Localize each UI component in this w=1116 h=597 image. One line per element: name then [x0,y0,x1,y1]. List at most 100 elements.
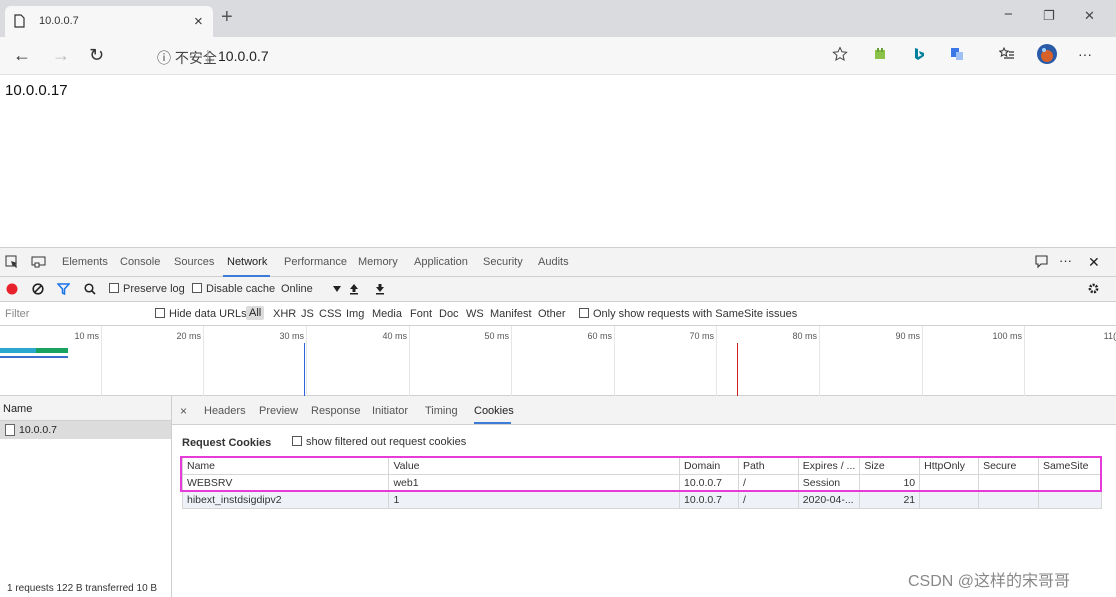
forward-button[interactable]: → [52,46,70,64]
browser-menu-button[interactable]: ··· [1078,45,1092,63]
timeline-gridline [922,326,923,396]
tab-network[interactable]: Network [227,256,267,268]
show-filtered-checkbox[interactable]: show filtered out request cookies [292,436,466,448]
type-filter-other[interactable]: Other [538,308,566,320]
tab-initiator[interactable]: Initiator [372,405,408,417]
tab-elements[interactable]: Elements [62,256,108,268]
new-tab-button[interactable]: + [221,7,233,27]
address-bar[interactable]: 10.0.0.7 [218,48,269,64]
detail-tab-bar: × Headers Preview Response Initiator Tim… [172,396,1116,425]
tab-memory[interactable]: Memory [358,256,398,268]
cookie-size: 21 [859,491,921,509]
timeline-gridline [716,326,717,396]
inspect-element-icon[interactable] [5,255,19,269]
detail-close-button[interactable]: × [180,404,187,418]
filter-input[interactable]: Filter [5,308,29,320]
tab-security[interactable]: Security [483,256,523,268]
translate-icon[interactable] [950,47,964,61]
type-filter-all[interactable]: All [246,306,265,320]
minimize-button[interactable]: − [1004,6,1013,23]
filter-bar: Filter Hide data URLs All XHR JS CSS Img… [0,302,1116,326]
chevron-down-icon[interactable] [333,286,341,292]
show-filtered-box[interactable] [292,436,302,446]
address-toolbar: ← → ↻ ⓘ 不安全 | 10.0.0.7 ··· [0,37,1116,75]
samesite-checkbox[interactable]: Only show requests with SameSite issues [579,308,797,320]
tab-performance[interactable]: Performance [284,256,347,268]
request-list-header[interactable]: Name [0,396,171,421]
tab-strip: 10.0.0.7 × + − ❐ ✕ [0,0,1116,37]
devtools-close-button[interactable]: ✕ [1088,254,1100,271]
timeline-tick-label: 70 ms [689,331,714,341]
tab-console[interactable]: Console [120,256,160,268]
filter-icon[interactable] [57,283,70,295]
samesite-box[interactable] [579,308,589,318]
settings-gear-icon[interactable] [1087,282,1100,295]
reload-button[interactable]: ↻ [89,46,104,64]
network-status-bar: 1 requests 122 B transferred 10 B [7,583,158,594]
tab-timing[interactable]: Timing [425,405,458,417]
bing-icon[interactable] [913,47,925,61]
window-close-button[interactable]: ✕ [1084,8,1095,24]
type-filter-manifest[interactable]: Manifest [490,308,532,320]
tab-close-button[interactable]: × [194,13,203,30]
timeline-tick-label: 90 ms [895,331,920,341]
type-filter-js[interactable]: JS [301,308,314,320]
type-filter-font[interactable]: Font [410,308,432,320]
restore-button[interactable]: ❐ [1043,8,1055,24]
extension-green-icon[interactable] [873,47,887,61]
browser-tab[interactable]: 10.0.0.7 × [5,6,213,37]
type-filter-css[interactable]: CSS [319,308,342,320]
avatar[interactable] [1036,43,1058,65]
device-toolbar-icon[interactable] [31,256,46,268]
tab-cookies[interactable]: Cookies [474,405,514,417]
name-column-header[interactable]: Name [3,403,32,415]
tab-application[interactable]: Application [414,256,468,268]
load-event-marker [737,343,738,396]
tab-response[interactable]: Response [311,405,361,417]
tab-preview[interactable]: Preview [259,405,298,417]
type-filter-img[interactable]: Img [346,308,364,320]
tab-sources[interactable]: Sources [174,256,214,268]
cookie-secure [978,491,1039,509]
feedback-icon[interactable] [1034,254,1049,269]
type-filter-ws[interactable]: WS [466,308,484,320]
export-har-icon[interactable] [375,283,385,295]
timeline-tick-label: 30 ms [279,331,304,341]
search-icon[interactable] [84,283,96,295]
timeline-gridline [409,326,410,396]
timeline-tick-label: 100 ms [992,331,1022,341]
clear-icon[interactable] [32,283,44,295]
timeline-gridline [614,326,615,396]
samesite-label: Only show requests with SameSite issues [593,308,798,320]
tab-headers[interactable]: Headers [204,405,246,417]
devtools-panel: Elements Console Sources Network Perform… [0,247,1116,597]
devtools-more-button[interactable]: ··· [1059,253,1072,268]
network-timeline[interactable]: 10 ms 20 ms 30 ms 40 ms 50 ms 60 ms 70 m… [0,326,1116,396]
timeline-gridline [203,326,204,396]
tab-audits[interactable]: Audits [538,256,569,268]
type-filter-media[interactable]: Media [372,308,402,320]
disable-cache-box[interactable] [192,283,202,293]
timeline-gridline [819,326,820,396]
cookie-httponly [919,491,980,509]
throttling-select[interactable]: Online [281,283,313,295]
hide-data-urls-checkbox[interactable]: Hide data URLs [155,308,247,320]
record-icon[interactable] [6,283,18,295]
type-filter-doc[interactable]: Doc [439,308,459,320]
disable-cache-checkbox[interactable]: Disable cache [192,283,275,295]
import-har-icon[interactable] [349,283,359,295]
type-filter-xhr[interactable]: XHR [273,308,296,320]
highlight-annotation-box [180,456,1102,492]
timeline-tick-label: 20 ms [176,331,201,341]
request-row[interactable]: 10.0.0.7 [0,421,171,439]
table-row[interactable]: hibext_instdsigdipv2 1 10.0.0.7 / 2020-0… [181,491,1103,509]
disable-cache-label: Disable cache [206,283,276,295]
preserve-log-checkbox[interactable]: Preserve log [109,283,185,295]
preserve-log-box[interactable] [109,283,119,293]
favorite-star-icon[interactable] [832,46,848,62]
show-filtered-label: show filtered out request cookies [306,436,467,448]
favorites-list-icon[interactable] [999,46,1015,62]
timeline-tick-label: 11( [1103,331,1116,341]
hide-data-urls-box[interactable] [155,308,165,318]
back-button[interactable]: ← [13,46,31,64]
